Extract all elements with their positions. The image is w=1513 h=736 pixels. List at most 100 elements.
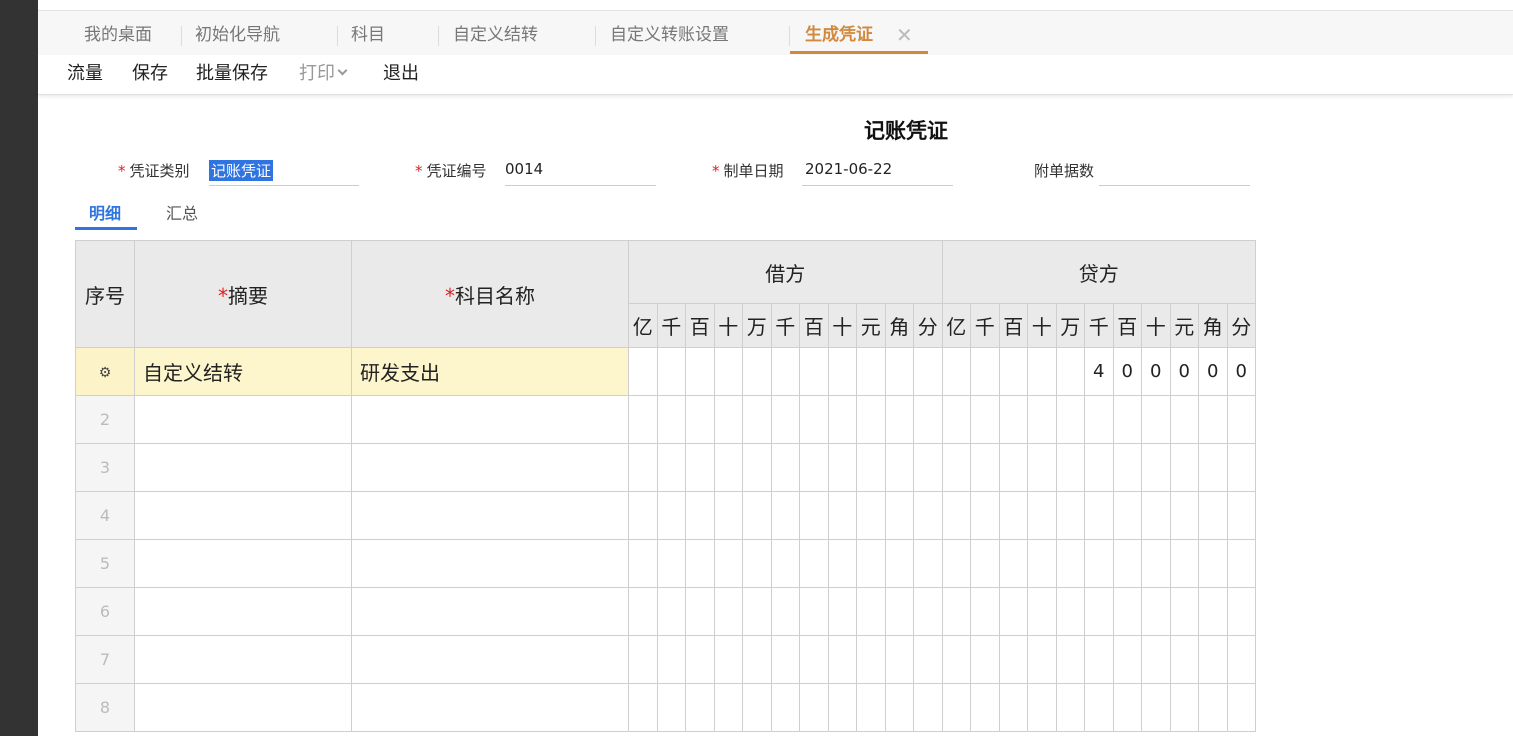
- credit-digit-cell[interactable]: [970, 587, 1000, 636]
- account-cell[interactable]: [351, 395, 629, 444]
- credit-digit-cell[interactable]: [1027, 587, 1057, 636]
- debit-digit-cell[interactable]: [713, 539, 743, 588]
- debit-digit-cell[interactable]: [827, 491, 857, 540]
- credit-digit-cell[interactable]: [1112, 635, 1142, 684]
- credit-digit-cell[interactable]: [1027, 635, 1057, 684]
- credit-digit-cell[interactable]: [1169, 635, 1199, 684]
- table-row[interactable]: 8: [75, 683, 1256, 732]
- credit-digit-cell[interactable]: [1084, 443, 1114, 492]
- credit-digit-cell[interactable]: [970, 635, 1000, 684]
- credit-digit-cell[interactable]: [970, 395, 1000, 444]
- credit-digit-cell[interactable]: [941, 587, 971, 636]
- credit-digit-cell[interactable]: [998, 539, 1028, 588]
- tab-init-nav[interactable]: 初始化导航: [195, 11, 280, 55]
- debit-digit-cell[interactable]: [742, 587, 772, 636]
- print-button[interactable]: 打印: [299, 55, 348, 93]
- credit-digit-cell[interactable]: [970, 683, 1000, 732]
- credit-digit-cell[interactable]: [1027, 347, 1057, 396]
- debit-digit-cell[interactable]: [628, 683, 658, 732]
- credit-digit-cell[interactable]: [1169, 539, 1199, 588]
- credit-digit-cell[interactable]: [1084, 587, 1114, 636]
- debit-digit-cell[interactable]: [685, 683, 715, 732]
- credit-digit-cell[interactable]: [1169, 395, 1199, 444]
- debit-digit-cell[interactable]: [827, 347, 857, 396]
- debit-digit-cell[interactable]: [799, 539, 829, 588]
- credit-digit-cell[interactable]: [1027, 539, 1057, 588]
- credit-digit-cell[interactable]: [998, 491, 1028, 540]
- debit-digit-cell[interactable]: [656, 683, 686, 732]
- debit-digit-cell[interactable]: [884, 443, 914, 492]
- account-cell[interactable]: [351, 683, 629, 732]
- debit-digit-cell[interactable]: [656, 443, 686, 492]
- debit-digit-cell[interactable]: [713, 491, 743, 540]
- debit-digit-cell[interactable]: [799, 683, 829, 732]
- credit-digit-cell[interactable]: [1084, 635, 1114, 684]
- table-row[interactable]: 7: [75, 635, 1256, 684]
- credit-digit-cell[interactable]: 0: [1198, 347, 1228, 396]
- debit-digit-cell[interactable]: [913, 443, 943, 492]
- credit-digit-cell[interactable]: 0: [1169, 347, 1199, 396]
- credit-digit-cell[interactable]: [1084, 539, 1114, 588]
- credit-digit-cell[interactable]: [1112, 491, 1142, 540]
- debit-digit-cell[interactable]: [913, 539, 943, 588]
- debit-digit-cell[interactable]: [856, 539, 886, 588]
- credit-digit-cell[interactable]: [998, 587, 1028, 636]
- credit-digit-cell[interactable]: [1226, 683, 1256, 732]
- credit-digit-cell[interactable]: 0: [1226, 347, 1256, 396]
- debit-digit-cell[interactable]: [913, 491, 943, 540]
- summary-cell[interactable]: [134, 539, 352, 588]
- credit-digit-cell[interactable]: [970, 443, 1000, 492]
- debit-digit-cell[interactable]: [656, 347, 686, 396]
- credit-digit-cell[interactable]: [970, 491, 1000, 540]
- credit-digit-cell[interactable]: [1055, 347, 1085, 396]
- credit-digit-cell[interactable]: [1027, 491, 1057, 540]
- credit-digit-cell[interactable]: [1027, 395, 1057, 444]
- credit-digit-cell[interactable]: [1169, 587, 1199, 636]
- credit-digit-cell[interactable]: [1055, 539, 1085, 588]
- table-row[interactable]: 5: [75, 539, 1256, 588]
- credit-digit-cell[interactable]: [1198, 539, 1228, 588]
- debit-digit-cell[interactable]: [656, 395, 686, 444]
- credit-digit-cell[interactable]: [1226, 491, 1256, 540]
- credit-digit-cell[interactable]: [1055, 443, 1085, 492]
- batch-save-button[interactable]: 批量保存: [196, 55, 268, 93]
- credit-digit-cell[interactable]: [1198, 683, 1228, 732]
- credit-digit-cell[interactable]: [1141, 635, 1171, 684]
- tab-custom-carryover[interactable]: 自定义结转: [453, 11, 538, 55]
- exit-button[interactable]: 退出: [383, 55, 419, 93]
- debit-digit-cell[interactable]: [713, 635, 743, 684]
- debit-digit-cell[interactable]: [685, 347, 715, 396]
- debit-digit-cell[interactable]: [742, 635, 772, 684]
- credit-digit-cell[interactable]: [1198, 491, 1228, 540]
- debit-digit-cell[interactable]: [713, 587, 743, 636]
- account-cell[interactable]: [351, 491, 629, 540]
- debit-digit-cell[interactable]: [856, 347, 886, 396]
- credit-digit-cell[interactable]: 0: [1141, 347, 1171, 396]
- credit-digit-cell[interactable]: [941, 443, 971, 492]
- debit-digit-cell[interactable]: [770, 683, 800, 732]
- debit-digit-cell[interactable]: [628, 635, 658, 684]
- credit-digit-cell[interactable]: [1027, 443, 1057, 492]
- table-row[interactable]: 3: [75, 443, 1256, 492]
- credit-digit-cell[interactable]: [1226, 395, 1256, 444]
- summary-cell[interactable]: [134, 683, 352, 732]
- table-row[interactable]: 2: [75, 395, 1256, 444]
- credit-digit-cell[interactable]: 4: [1084, 347, 1114, 396]
- credit-digit-cell[interactable]: [1141, 587, 1171, 636]
- credit-digit-cell[interactable]: [1226, 635, 1256, 684]
- debit-digit-cell[interactable]: [884, 395, 914, 444]
- debit-digit-cell[interactable]: [685, 587, 715, 636]
- credit-digit-cell[interactable]: [941, 635, 971, 684]
- debit-digit-cell[interactable]: [827, 587, 857, 636]
- debit-digit-cell[interactable]: [713, 683, 743, 732]
- voucher-type-field[interactable]: 记账凭证: [209, 160, 274, 181]
- credit-digit-cell[interactable]: [1198, 587, 1228, 636]
- debit-digit-cell[interactable]: [742, 491, 772, 540]
- credit-digit-cell[interactable]: [1198, 635, 1228, 684]
- summary-cell[interactable]: [134, 491, 352, 540]
- debit-digit-cell[interactable]: [628, 347, 658, 396]
- debit-digit-cell[interactable]: [884, 587, 914, 636]
- account-cell[interactable]: [351, 587, 629, 636]
- debit-digit-cell[interactable]: [856, 395, 886, 444]
- account-cell[interactable]: [351, 443, 629, 492]
